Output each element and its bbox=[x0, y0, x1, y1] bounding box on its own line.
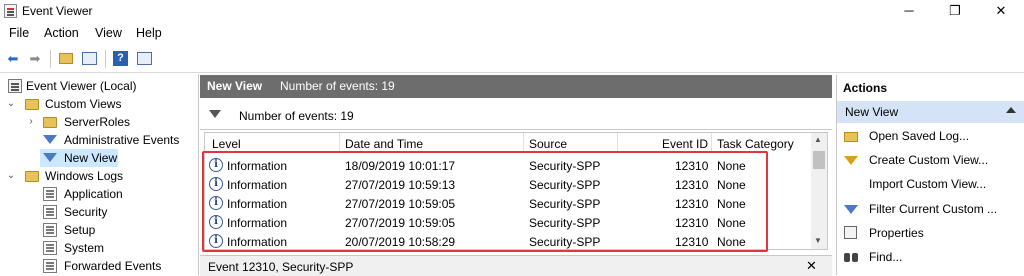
tree-item-label: New View bbox=[64, 151, 118, 165]
action-import-custom-view[interactable]: Import Custom View... bbox=[869, 177, 986, 191]
tree-item-system[interactable]: System bbox=[0, 239, 197, 257]
action-filter-current-custom[interactable]: Filter Current Custom ... bbox=[869, 202, 997, 216]
folder-icon bbox=[25, 171, 39, 182]
chevron-down-icon[interactable]: ⌄ bbox=[6, 95, 16, 113]
chevron-down-icon[interactable]: ⌄ bbox=[6, 167, 16, 185]
toolbar-separator bbox=[105, 50, 106, 68]
tree-item-setup[interactable]: Setup bbox=[0, 221, 197, 239]
collapse-arrow-icon[interactable] bbox=[1006, 107, 1016, 113]
filter-event-count: Number of events: 19 bbox=[239, 109, 354, 123]
tree-item-administrative-events[interactable]: Administrative Events bbox=[0, 131, 197, 149]
tree-item-label: Forwarded Events bbox=[64, 259, 162, 273]
tree-item-new-view[interactable]: New View bbox=[40, 149, 118, 167]
scrollbar-thumb[interactable] bbox=[813, 151, 825, 169]
column-header-level[interactable]: Level bbox=[212, 137, 241, 151]
tree-item-label: System bbox=[64, 241, 105, 255]
tree-item-custom-views[interactable]: ⌄ Custom Views bbox=[0, 95, 197, 113]
highlight-annotation bbox=[202, 151, 768, 252]
tree-item-label: Setup bbox=[64, 223, 96, 237]
tree-item-application[interactable]: Application bbox=[0, 185, 197, 203]
properties-icon bbox=[844, 226, 858, 240]
log-icon bbox=[43, 205, 57, 219]
chevron-right-icon[interactable]: › bbox=[26, 113, 36, 131]
event-viewer-app-icon bbox=[4, 4, 17, 18]
column-header-date-time[interactable]: Date and Time bbox=[345, 137, 423, 151]
menu-view[interactable]: View bbox=[95, 26, 122, 40]
tree-item-label: ServerRoles bbox=[64, 115, 131, 129]
filter-star-icon bbox=[844, 153, 858, 167]
close-button[interactable]: ✕ bbox=[978, 0, 1024, 22]
column-divider[interactable] bbox=[711, 133, 712, 153]
close-icon[interactable]: ✕ bbox=[806, 258, 817, 274]
log-icon bbox=[43, 241, 57, 255]
folder-icon bbox=[25, 99, 39, 110]
actions-title: Actions bbox=[843, 81, 888, 95]
log-icon bbox=[43, 223, 57, 237]
title-bar bbox=[0, 0, 1024, 22]
column-divider[interactable] bbox=[339, 133, 340, 153]
back-arrow-icon[interactable]: ⬅ bbox=[4, 50, 22, 67]
column-header-event-id[interactable]: Event ID bbox=[662, 137, 708, 151]
scroll-down-arrow-icon[interactable]: ▼ bbox=[814, 236, 822, 245]
tree-item-label: Application bbox=[64, 187, 123, 201]
event-viewer-icon bbox=[8, 79, 22, 93]
toolbar-separator bbox=[50, 50, 51, 68]
console-tree: Event Viewer (Local) ⌄ Custom Views › Se… bbox=[0, 74, 199, 275]
open-folder-icon bbox=[844, 129, 858, 143]
tree-item-security[interactable]: Security bbox=[0, 203, 197, 221]
tree-item-server-roles[interactable]: › ServerRoles bbox=[0, 113, 197, 131]
help-icon[interactable]: ? bbox=[112, 50, 130, 67]
window-title: Event Viewer bbox=[22, 4, 93, 18]
action-open-saved-log[interactable]: Open Saved Log... bbox=[869, 129, 969, 143]
tree-item-event-viewer-local[interactable]: Event Viewer (Local) bbox=[0, 77, 197, 95]
filter-icon bbox=[844, 202, 858, 216]
column-divider[interactable] bbox=[617, 133, 618, 153]
tree-item-windows-logs[interactable]: ⌄ Windows Logs bbox=[0, 167, 197, 185]
center-title: New View bbox=[207, 79, 263, 93]
show-hide-action-pane-icon[interactable] bbox=[136, 50, 154, 67]
actions-section-label: New View bbox=[845, 105, 899, 119]
show-hide-console-tree-icon[interactable] bbox=[81, 50, 99, 67]
tree-item-label: Custom Views bbox=[45, 97, 122, 111]
log-icon bbox=[43, 187, 57, 201]
column-divider[interactable] bbox=[523, 133, 524, 153]
filter-icon bbox=[43, 153, 57, 162]
menu-action[interactable]: Action bbox=[44, 26, 79, 40]
tree-item-forwarded-events[interactable]: Forwarded Events bbox=[0, 257, 197, 275]
action-find[interactable]: Find... bbox=[869, 250, 902, 264]
maximize-button[interactable]: ❐ bbox=[932, 0, 978, 22]
minimize-button[interactable]: ─ bbox=[886, 0, 932, 22]
tree-item-label: Administrative Events bbox=[64, 133, 180, 147]
tree-item-label: Event Viewer (Local) bbox=[26, 79, 137, 93]
menu-help[interactable]: Help bbox=[136, 26, 162, 40]
forward-arrow-icon[interactable]: ➡ bbox=[26, 50, 44, 67]
binoculars-icon bbox=[844, 250, 858, 264]
column-header-source[interactable]: Source bbox=[529, 137, 567, 151]
menu-file[interactable]: File bbox=[9, 26, 29, 40]
up-folder-icon[interactable] bbox=[57, 50, 75, 67]
column-header-task-category[interactable]: Task Category bbox=[717, 137, 794, 151]
folder-icon bbox=[43, 117, 57, 128]
filter-icon bbox=[43, 135, 57, 144]
center-event-count: Number of events: 19 bbox=[280, 79, 395, 93]
action-properties[interactable]: Properties bbox=[869, 226, 924, 240]
log-icon bbox=[43, 259, 57, 273]
tree-item-label: Security bbox=[64, 205, 108, 219]
tree-item-label: Windows Logs bbox=[45, 169, 124, 183]
filter-icon bbox=[209, 110, 221, 118]
scroll-up-arrow-icon[interactable]: ▲ bbox=[814, 135, 822, 144]
event-detail-title: Event 12310, Security-SPP bbox=[208, 260, 354, 274]
action-create-custom-view[interactable]: Create Custom View... bbox=[869, 153, 988, 167]
